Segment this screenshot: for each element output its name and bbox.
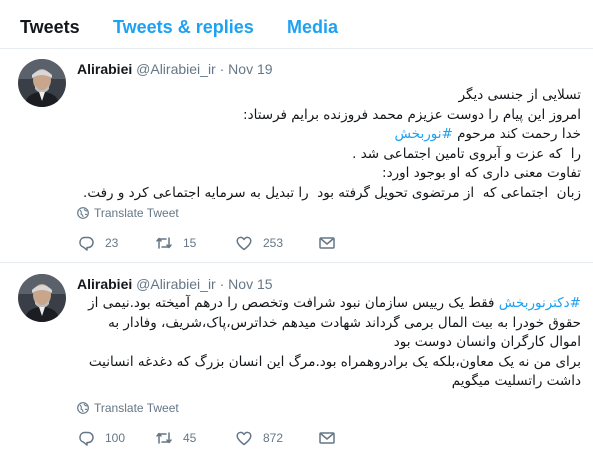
hashtag-link[interactable]: #دکترنوربخش xyxy=(499,295,581,311)
tweet-line: برای من نه یک معاون،بلکه یک برادروهمراه … xyxy=(88,353,581,370)
display-name[interactable]: Alirabiei xyxy=(77,276,132,292)
globe-icon xyxy=(77,207,89,219)
hashtag-link[interactable]: #نوربخش xyxy=(395,126,453,142)
translate-label[interactable]: Translate Tweet xyxy=(94,401,179,415)
tweet-line: را که عزت و آبروی تامین اجتماعی شد . xyxy=(352,145,581,162)
translate-label[interactable]: Translate Tweet xyxy=(94,206,179,220)
tweet-line: زبان اجتماعی که از مرتضوی تحویل گرفته بو… xyxy=(83,184,581,201)
tweet-line: حقوق خودرا به بیت المال برمی گرداند شهاد… xyxy=(108,314,581,331)
avatar[interactable] xyxy=(18,274,66,322)
user-handle[interactable]: @Alirabiei_ir xyxy=(136,61,216,77)
like-button[interactable]: 872 xyxy=(235,429,283,447)
retweet-button[interactable]: 15 xyxy=(155,234,196,252)
tab-tweets-and-replies[interactable]: Tweets & replies xyxy=(113,16,254,38)
tab-media[interactable]: Media xyxy=(287,16,338,38)
tweet-line: امروز این پیام را دوست عزیزم محمد فروزند… xyxy=(243,106,581,123)
tweet-actions: 23 15 253 xyxy=(77,234,347,254)
tweet-text: تسلایی از جنسی دیگر امروز این پیام را دو… xyxy=(71,86,581,203)
translate-tweet-link[interactable]: Translate Tweet xyxy=(77,206,179,220)
display-name[interactable]: Alirabiei xyxy=(77,61,132,77)
retweet-icon xyxy=(156,432,172,444)
tweet-actions: 100 45 872 xyxy=(77,429,347,449)
tweet-date[interactable]: Nov 19 xyxy=(228,61,272,77)
tweet[interactable]: Alirabiei @Alirabiei_ir · Nov 19 تسلایی … xyxy=(0,49,593,263)
direct-message-button[interactable] xyxy=(318,234,346,252)
tweet[interactable]: Alirabiei @Alirabiei_ir · Nov 15 #دکترنو… xyxy=(0,264,593,451)
tweet-header: Alirabiei @Alirabiei_ir · Nov 15 xyxy=(77,275,273,293)
reply-count: 23 xyxy=(105,236,119,250)
tweet-date[interactable]: Nov 15 xyxy=(228,276,272,292)
tweet-line-text: خدا رحمت کند مرحوم xyxy=(452,126,581,142)
envelope-icon xyxy=(319,432,335,444)
retweet-count: 45 xyxy=(183,431,197,445)
heart-icon xyxy=(236,431,252,446)
tweet-text: #دکترنوربخش فقط یک رییس سازمان نبود شراف… xyxy=(71,294,581,392)
tweet-line: داشت راتسلیت میگویم xyxy=(451,373,581,389)
like-button[interactable]: 253 xyxy=(235,234,283,252)
avatar[interactable] xyxy=(18,59,66,107)
direct-message-button[interactable] xyxy=(318,429,346,447)
tab-tweets[interactable]: Tweets xyxy=(20,16,80,38)
retweet-button[interactable]: 45 xyxy=(155,429,196,447)
heart-icon xyxy=(236,236,252,251)
retweet-count: 15 xyxy=(183,236,197,250)
retweet-icon xyxy=(156,237,172,249)
tweet-line: تسلایی از جنسی دیگر xyxy=(458,87,581,103)
tweet-line: خدا رحمت کند مرحوم #نوربخش xyxy=(71,125,581,145)
reply-icon xyxy=(79,431,94,446)
like-count: 872 xyxy=(263,431,284,445)
reply-icon xyxy=(79,236,94,251)
globe-icon xyxy=(77,402,89,414)
user-handle[interactable]: @Alirabiei_ir xyxy=(136,276,216,292)
tweet-header: Alirabiei @Alirabiei_ir · Nov 19 xyxy=(77,60,273,78)
reply-count: 100 xyxy=(105,431,126,445)
reply-button[interactable]: 100 xyxy=(77,429,125,447)
separator-dot: · xyxy=(219,61,225,77)
like-count: 253 xyxy=(263,236,284,250)
tweet-line: تفاوت معنی داری که او بوجود اورد: xyxy=(382,165,581,181)
tweet-line-text: فقط یک رییس سازمان نبود شرافت وتخصص را د… xyxy=(88,295,499,311)
envelope-icon xyxy=(319,237,335,249)
translate-tweet-link[interactable]: Translate Tweet xyxy=(77,401,179,415)
tweet-line: اموال کارگران وانسان دوست بود xyxy=(393,334,581,350)
tweet-line: #دکترنوربخش فقط یک رییس سازمان نبود شراف… xyxy=(71,294,581,314)
reply-button[interactable]: 23 xyxy=(77,234,118,252)
profile-tabs: Tweets Tweets & replies Media xyxy=(0,0,593,49)
separator-dot: · xyxy=(219,276,225,292)
